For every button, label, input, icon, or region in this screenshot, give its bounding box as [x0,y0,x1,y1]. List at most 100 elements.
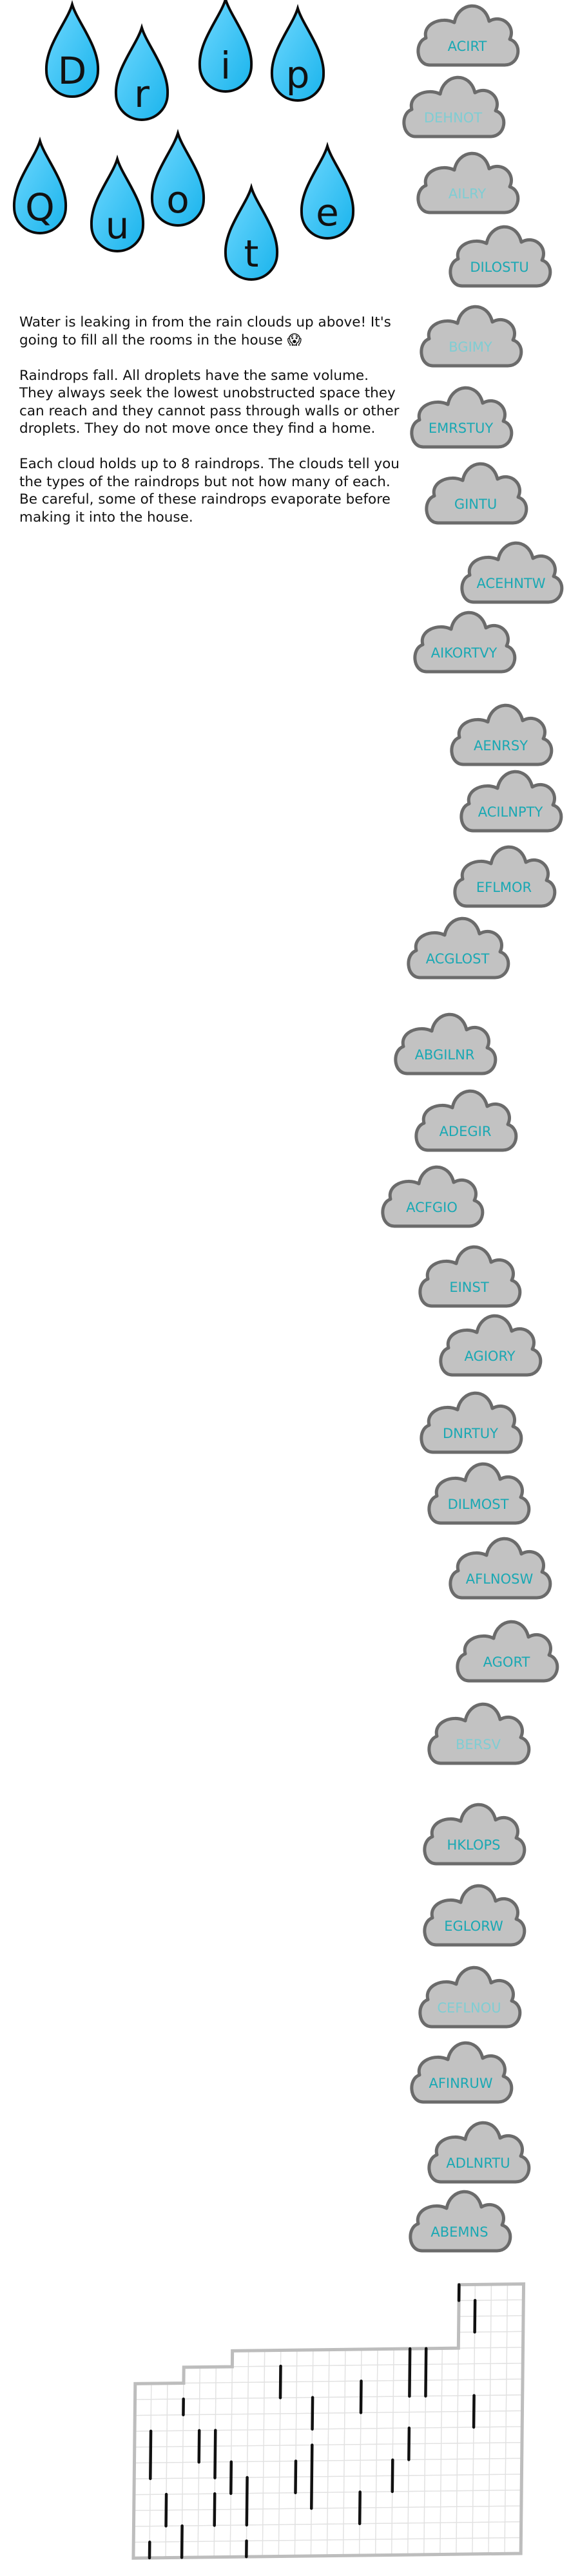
house-cell[interactable] [423,2490,441,2508]
house-cell[interactable] [441,2427,458,2444]
house-cell[interactable] [456,2506,474,2523]
house-cell[interactable] [295,2429,313,2446]
house-cell[interactable] [456,2474,474,2492]
house-cell[interactable] [425,2379,443,2397]
house-cell[interactable] [473,2410,491,2428]
house-cell[interactable] [278,2524,296,2541]
house-cell[interactable] [424,2474,441,2492]
house-cell[interactable] [409,2395,427,2413]
house-cell[interactable] [490,2363,507,2380]
house-cell[interactable] [312,2365,330,2382]
house-cell[interactable] [440,2490,458,2508]
house-cell[interactable] [311,2412,329,2430]
house-cell[interactable] [376,2412,394,2429]
house-cell[interactable] [311,2476,329,2494]
house-cell[interactable] [247,2445,264,2463]
house-cell[interactable] [472,2458,490,2476]
house-cell[interactable] [215,2398,233,2415]
house-cell[interactable] [342,2539,360,2557]
house-cell[interactable] [150,2414,168,2432]
house-cell[interactable] [505,2410,523,2428]
house-cell[interactable] [424,2427,442,2445]
house-cell[interactable] [182,2477,200,2495]
house-cell[interactable] [506,2331,524,2348]
house-cell[interactable] [214,2493,231,2510]
house-cell[interactable] [150,2383,168,2400]
house-cell[interactable] [264,2365,282,2383]
house-cell[interactable] [490,2299,508,2317]
house-cell[interactable] [456,2442,474,2460]
house-cell[interactable] [375,2491,393,2508]
house-grid[interactable] [0,0,580,2576]
house-cell[interactable] [294,2523,312,2541]
house-cell[interactable] [408,2427,426,2445]
house-cell[interactable] [327,2428,345,2445]
house-cell[interactable] [263,2413,281,2430]
house-cell[interactable] [215,2429,233,2447]
house-cell[interactable] [488,2505,506,2523]
house-cell[interactable] [197,2509,215,2526]
house-cell[interactable] [214,2461,232,2479]
house-cell[interactable] [456,2490,474,2508]
house-cell[interactable] [231,2365,249,2383]
house-cell[interactable] [392,2396,411,2413]
house-cell[interactable] [150,2398,168,2416]
house-cell[interactable] [488,2474,507,2491]
house-cell[interactable] [474,2315,492,2333]
house-cell[interactable] [134,2414,152,2432]
house-cell[interactable] [199,2382,217,2400]
house-cell[interactable] [343,2491,361,2509]
house-cell[interactable] [247,2350,266,2367]
house-cell[interactable] [134,2430,151,2448]
house-cell[interactable] [458,2331,476,2349]
house-cell[interactable] [359,2523,376,2541]
house-cell[interactable] [505,2489,522,2507]
house-cell[interactable] [344,2380,362,2398]
house-cell[interactable] [263,2445,280,2462]
house-cell[interactable] [264,2349,282,2367]
house-cell[interactable] [312,2396,329,2414]
house-cell[interactable] [263,2429,281,2447]
house-cell[interactable] [504,2521,522,2539]
house-cell[interactable] [489,2378,507,2396]
house-cell[interactable] [182,2430,200,2447]
house-cell[interactable] [280,2397,297,2414]
house-cell[interactable] [198,2461,216,2479]
house-cell[interactable] [311,2523,328,2541]
house-cell[interactable] [409,2411,426,2429]
house-cell[interactable] [440,2443,458,2460]
house-cell[interactable] [311,2460,329,2477]
house-cell[interactable] [458,2347,476,2365]
house-cell[interactable] [359,2491,377,2508]
house-cell[interactable] [199,2366,217,2383]
house-cell[interactable] [133,2478,151,2496]
house-cell[interactable] [215,2382,233,2400]
house-cell[interactable] [360,2412,378,2429]
house-cell[interactable] [423,2522,441,2539]
house-cell[interactable] [280,2349,298,2367]
house-cell[interactable] [230,2461,248,2479]
house-cell[interactable] [360,2364,378,2382]
house-cell[interactable] [295,2476,313,2494]
house-cell[interactable] [457,2395,475,2412]
house-cell[interactable] [392,2475,409,2492]
house-cell[interactable] [311,2492,329,2509]
house-cell[interactable] [246,2477,264,2494]
house-cell[interactable] [279,2412,297,2430]
house-cell[interactable] [165,2541,183,2559]
house-cell[interactable] [279,2445,296,2462]
house-cell[interactable] [506,2362,523,2380]
house-cell[interactable] [392,2459,410,2477]
house-cell[interactable] [488,2521,506,2539]
house-cell[interactable] [134,2399,152,2416]
house-cell[interactable] [457,2379,475,2396]
house-cell[interactable] [474,2284,492,2301]
house-cell[interactable] [490,2331,508,2349]
house-cell[interactable] [327,2412,345,2430]
house-cell[interactable] [246,2461,264,2478]
house-cell[interactable] [182,2461,200,2479]
house-cell[interactable] [231,2382,249,2399]
house-cell[interactable] [474,2299,492,2317]
house-cell[interactable] [198,2445,216,2463]
house-cell[interactable] [166,2494,183,2511]
